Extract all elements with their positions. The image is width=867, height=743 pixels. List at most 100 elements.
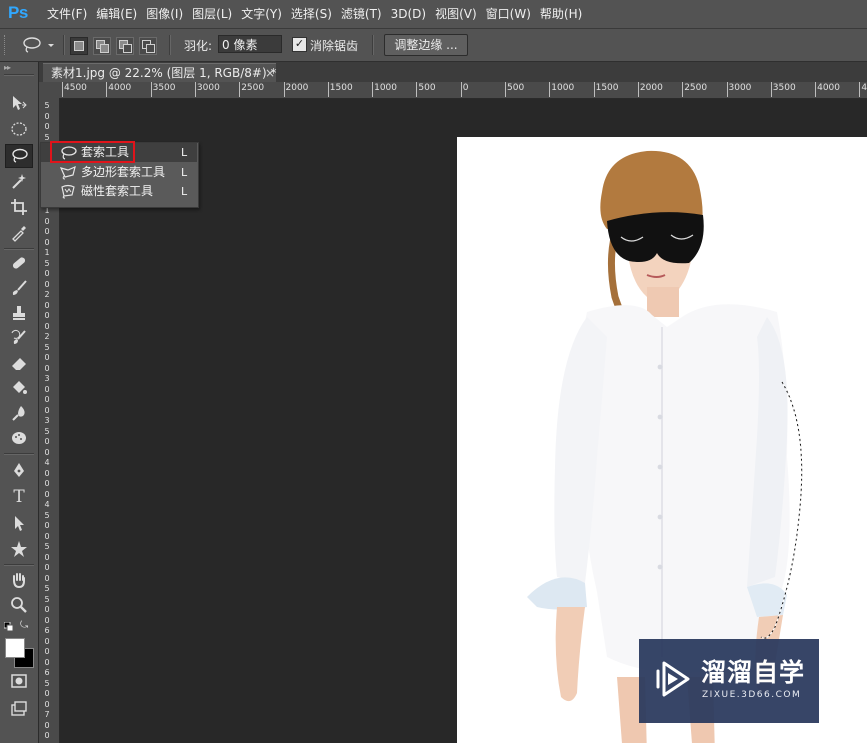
close-icon[interactable]: ×	[265, 64, 275, 83]
separator	[169, 35, 171, 55]
ruler-label: 0	[44, 531, 50, 541]
ruler-label: 6	[44, 626, 50, 635]
stamp-icon	[13, 306, 25, 320]
eraser-tool[interactable]	[6, 352, 32, 374]
menu-edit[interactable]: 编辑(E)	[95, 0, 145, 28]
menu-filter[interactable]: 滤镜(T)	[340, 0, 390, 28]
sponge-icon	[12, 432, 26, 444]
history-brush-tool[interactable]	[6, 327, 32, 349]
eyedropper-tool[interactable]	[6, 222, 32, 244]
zoom-tool[interactable]	[6, 594, 32, 616]
dodge-tool[interactable]	[6, 427, 32, 449]
ruler-label: 0	[44, 227, 50, 236]
feather-input[interactable]: 0 像素	[218, 35, 282, 53]
blur-drop-icon	[12, 406, 25, 421]
panel-grip-icon[interactable]: ▸▸	[4, 63, 11, 72]
menu-window[interactable]: 窗口(W)	[485, 0, 539, 28]
clone-stamp-tool[interactable]	[6, 302, 32, 324]
ruler-label: 5	[44, 342, 50, 352]
move-icon	[13, 96, 27, 110]
ruler-label: 0	[44, 437, 50, 446]
path-selection-tool[interactable]	[6, 512, 32, 534]
move-tool[interactable]	[6, 92, 32, 114]
ruler-label: 0	[44, 395, 50, 404]
pen-tool[interactable]	[6, 459, 32, 481]
ruler-origin[interactable]	[39, 82, 59, 98]
screen-mode-icon	[11, 701, 27, 716]
ruler-label: 1000	[374, 83, 397, 93]
magic-wand-tool[interactable]	[6, 170, 32, 192]
paint-bucket-tool[interactable]	[6, 377, 32, 399]
horizontal-ruler[interactable]: 4500 4000 3500 3000 2500 2000 1500 1000 500 0 500 1…	[59, 82, 867, 99]
ruler-label: 0	[44, 447, 50, 457]
marquee-tool[interactable]	[6, 118, 32, 140]
type-tool[interactable]: T	[6, 486, 32, 508]
ruler-label: 2	[44, 290, 50, 299]
ruler-label: 0	[44, 720, 50, 730]
subtract-selection-button[interactable]	[116, 37, 134, 55]
antialias-checkbox[interactable]: ✓	[292, 37, 307, 52]
screen-mode-button[interactable]	[6, 698, 32, 720]
ruler-label: 3500	[152, 83, 176, 93]
document-tab[interactable]: 素材1.jpg @ 22.2% (图层 1, RGB/8#) * ×	[43, 63, 276, 82]
chevron-down-icon	[48, 44, 54, 47]
document-title: 素材1.jpg @ 22.2% (图层 1, RGB/8#) *	[51, 66, 277, 80]
lasso-tool[interactable]	[5, 144, 33, 168]
hand-tool[interactable]	[6, 569, 32, 591]
watermark-badge: 溜溜自学 ZIXUE.3D66.COM	[639, 639, 819, 723]
quick-mask-button[interactable]	[6, 670, 32, 692]
ruler-label: 0	[44, 647, 50, 656]
menu-file[interactable]: 文件(F)	[46, 0, 95, 28]
menu-layer[interactable]: 图层(L)	[191, 0, 240, 28]
flyout-item-magnetic-lasso[interactable]: 磁性套索工具 L	[41, 182, 197, 201]
ruler-label: 5	[44, 542, 50, 551]
tool-preset-picker[interactable]	[20, 35, 58, 55]
ruler-label: 0	[44, 615, 50, 625]
ruler-tick	[770, 82, 772, 97]
menu-3d[interactable]: 3D(D)	[390, 0, 434, 28]
ruler-label: 0	[44, 479, 50, 488]
new-selection-icon	[74, 41, 84, 51]
swap-colors-icon[interactable]: ⤿	[20, 620, 28, 631]
menu-type[interactable]: 文字(Y)	[240, 0, 290, 28]
foreground-color-swatch[interactable]	[5, 638, 25, 658]
ruler-tick	[637, 82, 639, 97]
menu-list: 文件(F) 编辑(E) 图像(I) 图层(L) 文字(Y) 选择(S) 滤镜(T…	[46, 0, 590, 28]
new-selection-button[interactable]	[70, 37, 88, 55]
blur-tool[interactable]	[6, 402, 32, 424]
custom-shape-tool[interactable]	[6, 538, 32, 560]
ruler-label: 5	[44, 594, 50, 604]
ruler-label: 3	[44, 416, 50, 425]
menu-view[interactable]: 视图(V)	[434, 0, 485, 28]
ruler-label: 7	[44, 710, 50, 719]
highlight-annotation-box	[50, 141, 135, 163]
menu-help[interactable]: 帮助(H)	[539, 0, 590, 28]
options-grip	[4, 35, 11, 55]
healing-brush-tool[interactable]	[6, 252, 32, 274]
refine-edge-button[interactable]: 调整边缘 ...	[384, 34, 468, 56]
ruler-label: 5	[44, 101, 50, 110]
flyout-item-label: 磁性套索工具	[81, 184, 154, 198]
watermark-title: 溜溜自学	[701, 658, 806, 687]
intersect-selection-button[interactable]	[139, 37, 157, 55]
menu-image[interactable]: 图像(I)	[145, 0, 191, 28]
crop-tool[interactable]	[6, 196, 32, 218]
ruler-label: 0	[44, 573, 50, 583]
menu-select[interactable]: 选择(S)	[290, 0, 340, 28]
document-tab-bar: 素材1.jpg @ 22.2% (图层 1, RGB/8#) * ×	[39, 62, 867, 82]
separator	[63, 35, 65, 55]
default-colors-icon[interactable]	[4, 622, 14, 632]
flyout-item-shortcut: L	[181, 185, 188, 198]
ruler-label: 0	[44, 468, 50, 478]
flyout-item-polygonal-lasso[interactable]: 多边形套索工具 L	[41, 163, 197, 182]
ruler-tick	[372, 82, 374, 97]
ruler-label: 4000	[108, 83, 132, 93]
eraser-icon	[12, 358, 26, 370]
brush-tool[interactable]	[6, 277, 32, 299]
ruler-label: 3000	[728, 83, 752, 93]
ruler-label: 0	[44, 689, 50, 698]
ruler-label: 0	[44, 636, 50, 646]
add-selection-button[interactable]	[93, 37, 111, 55]
ruler-tick	[815, 82, 817, 97]
ruler-label: 0	[44, 731, 50, 740]
